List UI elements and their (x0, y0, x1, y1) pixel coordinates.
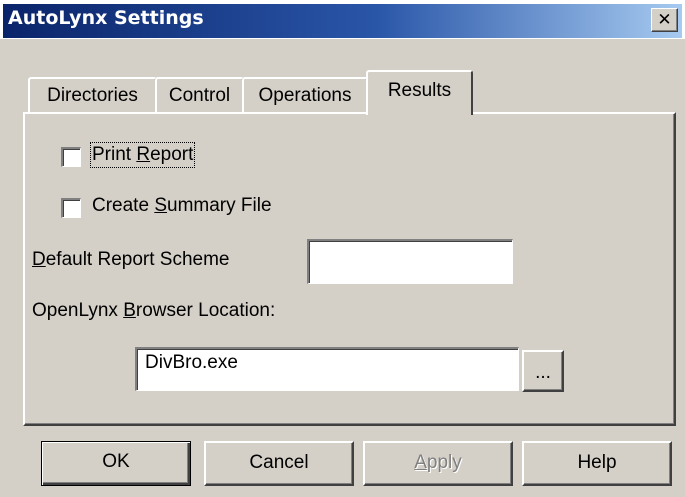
apply-text: pply (426, 452, 462, 473)
close-button[interactable]: ✕ (651, 8, 678, 32)
create-summary-text-rest: ummary File (167, 195, 272, 216)
default-scheme-input[interactable] (307, 239, 513, 284)
tab-control-label: Control (168, 85, 231, 106)
default-scheme-text: efault Report Scheme (45, 249, 230, 270)
print-report-text: Print (92, 144, 137, 165)
print-report-text-rest: eport (150, 144, 194, 165)
create-summary-label[interactable]: Create Summary File (92, 195, 272, 217)
default-scheme-accel: D (32, 249, 46, 270)
tab-directories-label: Directories (47, 85, 138, 106)
create-summary-text: Create (92, 195, 155, 216)
tab-operations-label: Operations (258, 85, 352, 106)
cancel-button-label: Cancel (249, 452, 309, 473)
title-bar: AutoLynx Settings ✕ (0, 0, 685, 39)
apply-accel: A (414, 452, 427, 473)
browser-location-input[interactable]: DivBro.exe (135, 347, 519, 391)
create-summary-checkbox[interactable] (61, 198, 81, 218)
print-report-accel: R (136, 144, 151, 165)
browse-button-label: ... (535, 362, 551, 383)
apply-button: Apply (363, 441, 513, 486)
results-panel: Print Report Create Summary File Default… (23, 112, 676, 426)
default-scheme-label: Default Report Scheme (32, 249, 230, 271)
browser-location-label: OpenLynx Browser Location: (32, 300, 275, 322)
window-title: AutoLynx Settings (8, 7, 204, 29)
browser-location-text-rest: rowser Location: (135, 300, 276, 321)
tab-results-label: Results (387, 80, 452, 101)
cancel-button[interactable]: Cancel (204, 441, 354, 486)
settings-dialog: AutoLynx Settings ✕ Directories Control … (0, 0, 685, 497)
browser-location-text: OpenLynx (32, 300, 124, 321)
print-report-label[interactable]: Print Report (89, 142, 196, 168)
ok-button[interactable]: OK (41, 441, 191, 486)
help-button[interactable]: Help (522, 441, 672, 486)
tab-control[interactable]: Control (155, 77, 244, 112)
tab-operations[interactable]: Operations (242, 77, 368, 112)
apply-button-label: Apply (414, 452, 462, 473)
tab-results[interactable]: Results (366, 70, 473, 115)
tab-directories[interactable]: Directories (28, 77, 157, 112)
print-report-checkbox[interactable] (61, 147, 81, 167)
close-icon: ✕ (657, 10, 672, 30)
browse-button[interactable]: ... (522, 350, 564, 392)
help-button-label: Help (577, 452, 617, 473)
create-summary-accel: S (154, 195, 167, 216)
browser-location-accel: B (123, 300, 136, 321)
ok-button-label: OK (102, 451, 130, 472)
